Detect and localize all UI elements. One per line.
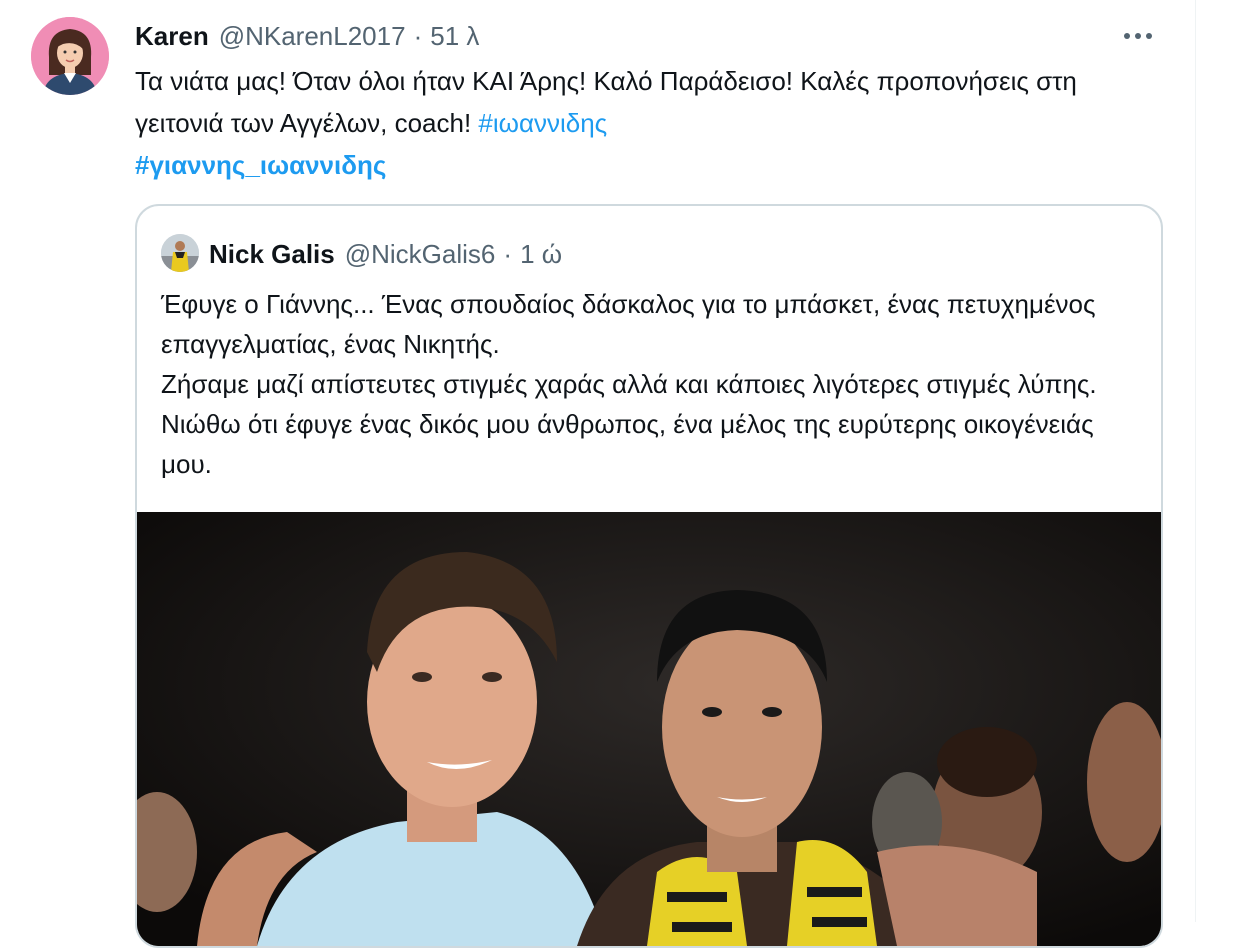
- quoted-text-paragraph-1: Έφυγε ο Γιάννης... Ένας σπουδαίος δάσκαλ…: [161, 289, 1096, 359]
- woman-avatar-icon[interactable]: [31, 17, 109, 95]
- quoted-tweet[interactable]: Nick Galis @NickGalis6 · 1 ώ Έφυγε ο Γιά…: [135, 204, 1163, 948]
- quoted-separator-dot: ·: [503, 238, 513, 269]
- tweet-header: Karen @NKarenL2017 · 51 λ: [135, 18, 479, 54]
- quoted-tweet-text: Έφυγε ο Γιάννης... Ένας σπουδαίος δάσκαλ…: [161, 284, 1141, 484]
- hashtag-link-2[interactable]: #γιαννης_ιωαννιδης: [135, 150, 386, 180]
- column-divider: [1195, 0, 1196, 922]
- tweet-text: Τα νιάτα μας! Όταν όλοι ήταν ΚΑΙ Άρης! Κ…: [135, 60, 1145, 186]
- hashtag-link-1[interactable]: #ιωαννιδης: [478, 108, 607, 138]
- tweet[interactable]: Karen @NKarenL2017 · 51 λ Τα νιάτα μας! …: [0, 0, 1195, 948]
- author-handle[interactable]: @NKarenL2017: [219, 21, 406, 52]
- author-name[interactable]: Karen: [135, 21, 209, 52]
- quoted-author-handle[interactable]: @NickGalis6: [345, 239, 496, 270]
- separator-dot: ·: [413, 20, 423, 51]
- quoted-tweet-photo[interactable]: [137, 512, 1161, 946]
- timestamp[interactable]: 51 λ: [430, 21, 479, 52]
- more-dots-icon[interactable]: [1124, 24, 1152, 48]
- quoted-tweet-header: Nick Galis @NickGalis6 · 1 ώ: [209, 234, 562, 274]
- quoted-text-paragraph-2: Ζήσαμε μαζί απίστευτες στιγμές χαράς αλλ…: [161, 369, 1097, 479]
- quoted-author-name[interactable]: Nick Galis: [209, 239, 335, 270]
- quoted-timestamp[interactable]: 1 ώ: [520, 239, 562, 270]
- basketball-player-avatar-icon[interactable]: [161, 234, 199, 272]
